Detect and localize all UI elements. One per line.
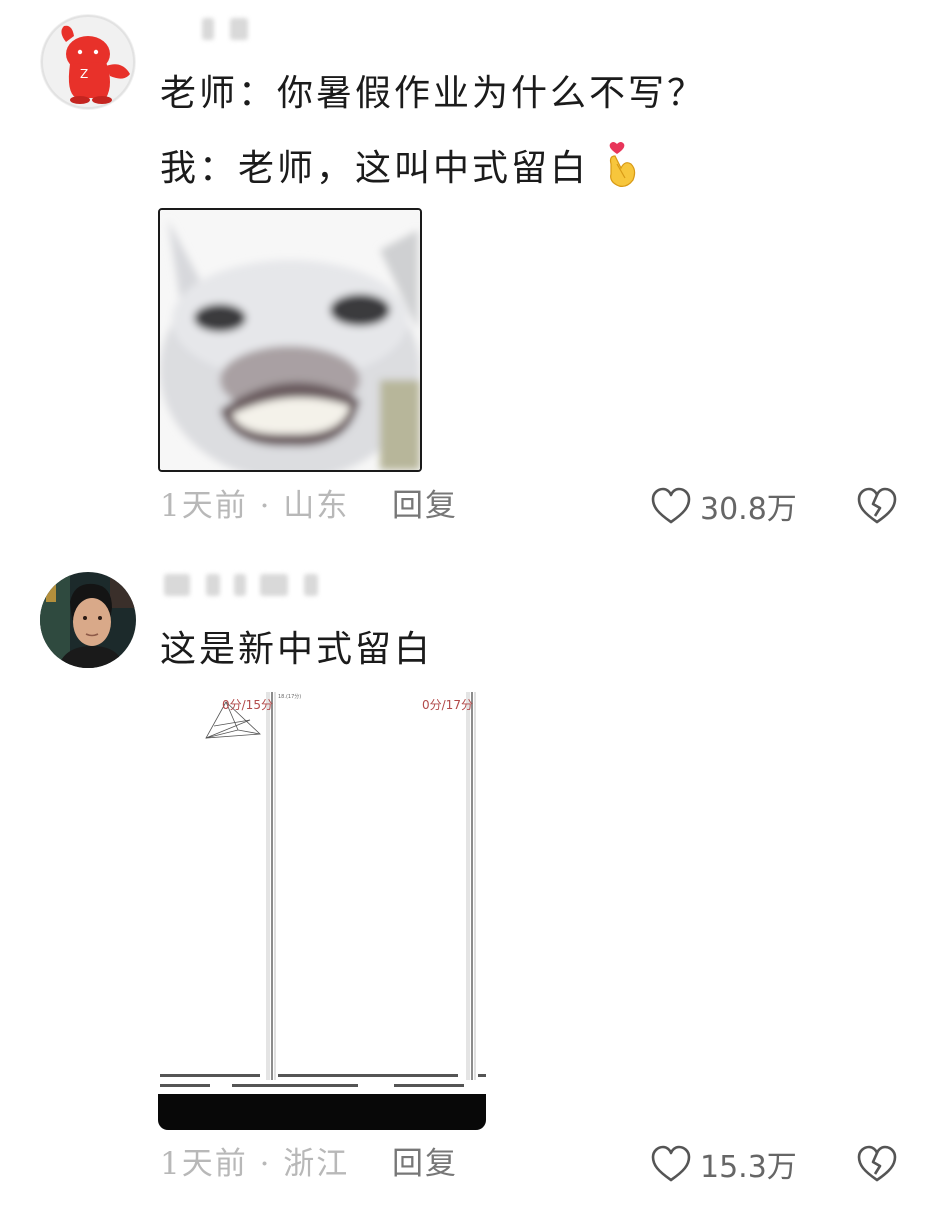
comment-text-line-1: 老师：你暑假作业为什么不写？ xyxy=(160,73,707,114)
comment-text-line-2: 我：老师，这叫中式留白 xyxy=(160,140,643,191)
heart-outline-icon xyxy=(651,487,691,524)
username-blurred[interactable] xyxy=(160,574,330,598)
svg-text:Z: Z xyxy=(80,67,88,81)
comment-meta: 1天前 · 浙江 回复 15.3万 xyxy=(160,1144,920,1185)
svg-text:18.(17分): 18.(17分) xyxy=(278,693,301,700)
broken-heart-icon xyxy=(857,1145,897,1182)
dislike-button[interactable] xyxy=(856,486,898,526)
man-portrait-avatar xyxy=(40,572,136,668)
smiling-cat-image[interactable] xyxy=(158,208,422,472)
comment-meta: 1天前 · 山东 回复 30.8万 xyxy=(160,486,920,527)
time-location: 1天前 · 山东 xyxy=(160,488,350,524)
blank-exam-paper-image[interactable]: 18.(17分) 0分/15分 0分/17分 xyxy=(158,690,486,1130)
avatar[interactable]: Z xyxy=(40,14,136,110)
heart-outline-icon xyxy=(651,1145,691,1182)
avatar[interactable] xyxy=(40,572,136,668)
like-button[interactable]: 30.8万 xyxy=(650,486,797,527)
time-location: 1天前 · 浙江 xyxy=(160,1146,350,1182)
comment-1: Z 老师：你暑假作业为什么不写？ 我：老师，这叫中式留白 1天前 · 山东 回复… xyxy=(0,0,948,540)
username-blurred[interactable] xyxy=(160,18,250,42)
like-count: 30.8万 xyxy=(700,492,797,527)
comment-text-line-1: 这是新中式留白 xyxy=(160,629,434,670)
reply-button[interactable]: 回复 xyxy=(392,1144,458,1184)
broken-heart-icon xyxy=(857,487,897,524)
red-bear-avatar: Z xyxy=(40,14,136,110)
dislike-button[interactable] xyxy=(856,1144,898,1184)
exam-score-1: 0分/15分 xyxy=(222,698,273,712)
reply-button[interactable]: 回复 xyxy=(392,486,458,526)
comment-text-line-2-text: 我：老师，这叫中式留白 xyxy=(160,148,590,189)
exam-score-2: 0分/17分 xyxy=(422,698,473,712)
like-button[interactable]: 15.3万 xyxy=(650,1144,797,1185)
like-count: 15.3万 xyxy=(700,1150,797,1185)
finger-heart-emoji-icon xyxy=(603,140,643,190)
comment-2: 这是新中式留白 18.(17分) 0分/15分 0分/17分 1天前 · 浙江 … xyxy=(0,560,948,1216)
